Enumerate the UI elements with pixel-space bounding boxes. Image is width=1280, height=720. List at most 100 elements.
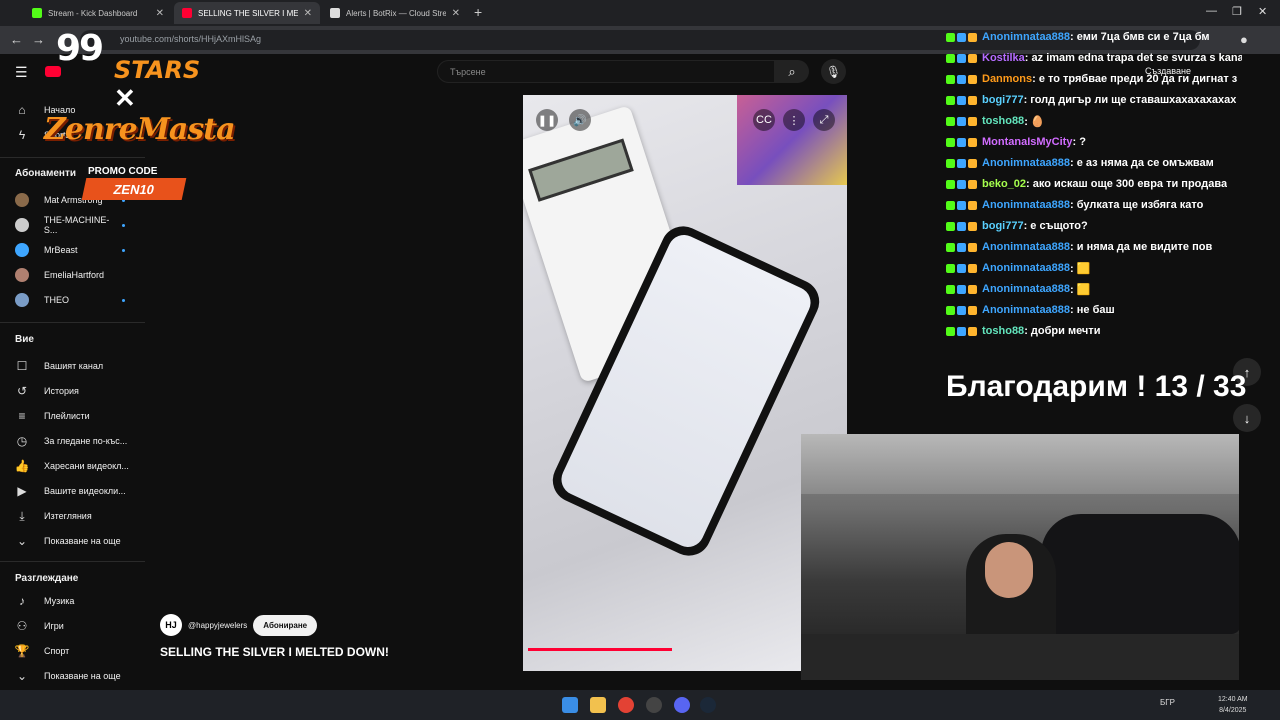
sidebar-item-you-6[interactable]: ⤓ Изтегляния [0, 504, 145, 528]
chat-badge-icon [957, 326, 966, 336]
chat-username: beko_02 [982, 178, 1027, 190]
sidebar-item-sub-4[interactable]: THEO [0, 288, 145, 312]
sidebar-item-sub-1[interactable]: THE-MACHINE-S... [0, 213, 145, 237]
sidebar-item-you-5[interactable]: ▶ Вашите видеокли... [0, 479, 145, 503]
chat-text: : е аз няма да се омъжвам [1070, 157, 1214, 169]
partner-logo: ZenreMasta [44, 112, 236, 147]
chat-badge-icon [946, 284, 955, 294]
streamer-head [985, 542, 1033, 598]
chat-badge-icon [957, 32, 966, 42]
short-title: SELLING THE SILVER I MELTED DOWN! [160, 645, 389, 659]
chat-text: : ? [1072, 136, 1086, 148]
close-window-icon[interactable]: ✕ [1258, 5, 1267, 18]
steam-icon[interactable] [700, 697, 716, 713]
sidebar-item-label: За гледане по-къс... [44, 436, 128, 446]
your-videos-icon: ▶ [17, 484, 27, 498]
video-progress-bar[interactable] [528, 648, 673, 651]
sidebar-item-you-0[interactable]: ☐ Вашият канал [0, 354, 145, 378]
chat-text: : е същото? [1023, 220, 1088, 232]
short-channel: HJ @happyjewelers Абониране [160, 614, 318, 636]
channel-avatar [15, 293, 29, 307]
sidebar-item-explore-1[interactable]: ⚇ Игри [0, 614, 145, 638]
sidebar-item-you-2[interactable]: ≡ Плейлисти [0, 404, 145, 428]
chat-badge-icon [946, 137, 955, 147]
chat-text: : голд дигър ли ще ставашхахахахахах [1023, 94, 1237, 106]
search-input[interactable]: Търсене [437, 60, 775, 83]
voice-search-button[interactable]: 🎙 [821, 59, 846, 84]
youtube-favicon-icon [182, 8, 192, 18]
sidebar-item-you-7[interactable]: ⌄ Показване на още [0, 529, 145, 553]
sidebar-item-label: Спорт [44, 646, 70, 656]
channel-avatar[interactable]: HJ [160, 614, 182, 636]
chat-username: Anonimnataa888 [982, 31, 1071, 43]
shorts-icon: ϟ [18, 128, 26, 142]
chat-badge-icon [946, 74, 955, 84]
taskbar-clock[interactable]: 12:40 AM 8/4/2025 [1218, 694, 1248, 716]
channel-handle[interactable]: @happyjewelers [188, 621, 247, 630]
chat-text: : ако искаш още 300 евра ти продава [1026, 178, 1228, 190]
obs-icon[interactable] [646, 697, 662, 713]
sidebar-item-you-3[interactable]: ◷ За гледане по-къс... [0, 429, 145, 453]
chat-badge-icon [946, 158, 955, 168]
sidebar-item-you-1[interactable]: ↺ История [0, 379, 145, 403]
chrome-icon[interactable] [618, 697, 634, 713]
search-button[interactable]: ⌕ [775, 60, 809, 83]
sidebar-item-explore-2[interactable]: 🏆 Спорт [0, 639, 145, 663]
channel-avatar [15, 193, 29, 207]
next-short-button[interactable]: ↓ [1233, 404, 1261, 432]
you-heading[interactable]: Вие [15, 334, 34, 345]
search-icon: ⌕ [788, 63, 796, 79]
explore-heading[interactable]: Разглеждане [15, 573, 78, 584]
short-video-player[interactable]: ❚❚ 🔊 CC ⋮ ⤢ [523, 95, 847, 671]
sidebar-item-explore-0[interactable]: ♪ Музика [0, 589, 145, 613]
sidebar-item-label: Игри [44, 621, 64, 631]
channel-avatar [15, 243, 29, 257]
minimize-icon[interactable]: — [1206, 5, 1217, 17]
sidebar-item-label: Харесани видеокл... [44, 461, 129, 471]
more-options-icon[interactable]: ⋮ [783, 109, 805, 131]
kick-favicon-icon [32, 8, 42, 18]
chat-text: : не баш [1070, 304, 1115, 316]
chat-badge-icon [957, 284, 966, 294]
desk-image [801, 634, 1239, 680]
chat-badge-icon [946, 95, 955, 105]
chat-badge-icon [968, 200, 977, 210]
sidebar-item-explore-3[interactable]: ⌄ Показване на още [0, 664, 145, 688]
chat-text: : булката ще избяга като [1070, 199, 1204, 211]
new-tab-button[interactable]: + [474, 4, 482, 20]
chat-badge-icon [957, 221, 966, 231]
close-tab-icon[interactable]: ✕ [452, 8, 460, 19]
close-tab-icon[interactable]: ✕ [304, 8, 312, 19]
language-indicator[interactable]: БГР [1160, 698, 1175, 707]
pause-icon[interactable]: ❚❚ [536, 109, 558, 131]
chat-badge-icon [968, 242, 977, 252]
back-icon[interactable]: ← [10, 32, 23, 47]
captions-icon[interactable]: CC [753, 109, 775, 131]
arrow-down-icon: ↓ [1243, 410, 1251, 426]
chat-badge-icon [968, 221, 977, 231]
sidebar-item-you-4[interactable]: 👍 Харесани видеокл... [0, 454, 145, 478]
file-explorer-icon[interactable] [590, 697, 606, 713]
chat-text: : е то трябвае преди 20 да ги дигнат з [1032, 73, 1238, 85]
chat-message: beko_02 : ако искаш още 300 евра ти прод… [946, 177, 1242, 191]
sidebar-item-sub-3[interactable]: EmeliaHartford [0, 263, 145, 287]
volume-icon[interactable]: 🔊 [569, 109, 591, 131]
music-icon: ♪ [19, 594, 25, 608]
tab-botrix-alerts[interactable]: Alerts | BotRix — Cloud Stream ✕ [322, 2, 468, 24]
history-icon: ↺ [16, 384, 28, 398]
chat-badge-icon [946, 32, 955, 42]
discord-icon[interactable] [674, 697, 690, 713]
subscribe-button[interactable]: Абониране [253, 614, 318, 636]
chat-badge-icon [968, 32, 977, 42]
start-icon[interactable] [562, 697, 578, 713]
close-tab-icon[interactable]: ✕ [156, 8, 164, 19]
maximize-icon[interactable]: ❐ [1232, 5, 1242, 18]
sidebar-item-sub-2[interactable]: MrBeast [0, 238, 145, 262]
botrix-favicon-icon [330, 8, 340, 18]
chat-username: Anonimnataa888 [982, 241, 1071, 253]
tab-kick-dashboard[interactable]: Stream - Kick Dashboard ✕ [24, 2, 172, 24]
screen: Stream - Kick Dashboard ✕ SELLING THE SI… [0, 0, 1280, 720]
fullscreen-icon[interactable]: ⤢ [813, 109, 835, 131]
sponsor-overlay: 99 STARS ✕ ZenreMasta PROMO CODE ZEN10 [44, 28, 236, 203]
tab-youtube-short[interactable]: SELLING THE SILVER I MELT ✕ [174, 2, 320, 24]
